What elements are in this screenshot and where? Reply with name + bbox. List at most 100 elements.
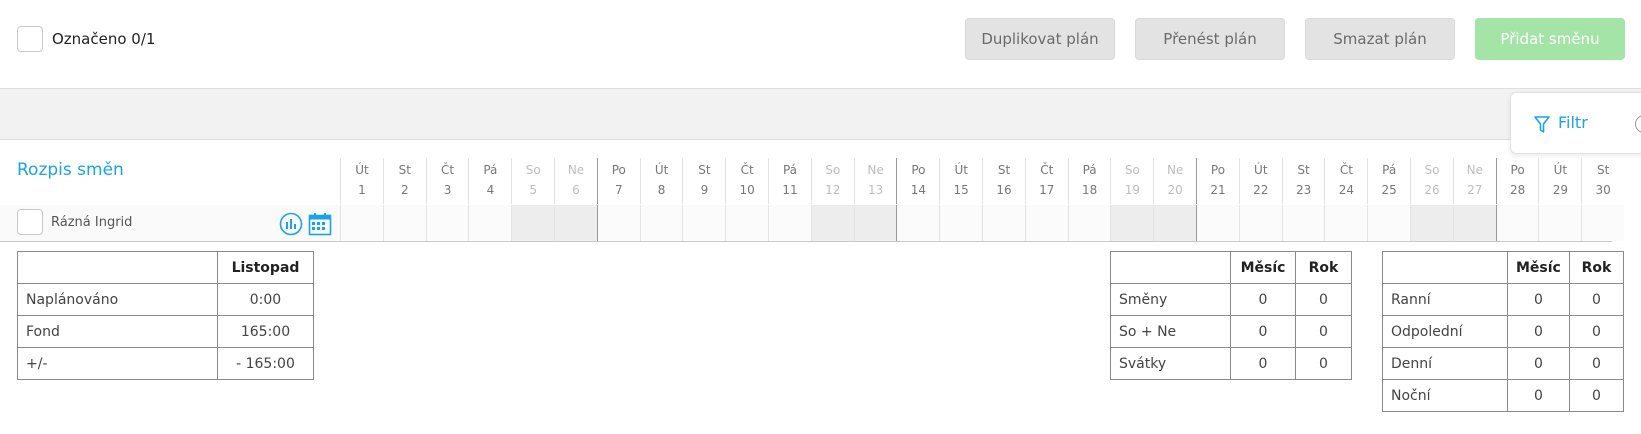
- table-header-month: Listopad: [217, 251, 314, 284]
- row-label: Denní: [1382, 347, 1508, 380]
- shift-cell[interactable]: [1410, 205, 1453, 241]
- day-number: 28: [1509, 183, 1526, 197]
- day-column-header: St 23: [1281, 158, 1325, 204]
- shift-cell[interactable]: [340, 205, 383, 241]
- day-number: 24: [1338, 183, 1355, 197]
- day-number: 12: [825, 183, 841, 197]
- day-column-header: St 2: [382, 158, 426, 204]
- row-value: - 165:00: [217, 347, 314, 380]
- calendar-icon[interactable]: [308, 212, 332, 236]
- shift-cell[interactable]: [810, 205, 854, 241]
- chart-icon[interactable]: [279, 212, 303, 236]
- day-column-header: Ne 13: [853, 158, 897, 204]
- day-abbr: Ne: [867, 163, 884, 177]
- day-column-header: So 19: [1110, 158, 1153, 204]
- shift-cell[interactable]: [1281, 205, 1325, 241]
- day-number: 14: [910, 183, 927, 197]
- day-number: 17: [1039, 183, 1055, 197]
- transfer-plan-button[interactable]: Přenést plán: [1135, 18, 1285, 60]
- shift-cell[interactable]: [1067, 205, 1111, 241]
- shift-cell[interactable]: [1452, 205, 1496, 241]
- day-column-header: Pá 4: [468, 158, 511, 204]
- day-abbr: So: [1124, 163, 1140, 177]
- day-abbr: So: [825, 163, 841, 177]
- day-column-header: Pá 25: [1367, 158, 1410, 204]
- day-abbr: Út: [355, 163, 369, 177]
- shift-cell[interactable]: [1538, 205, 1582, 241]
- filter-button[interactable]: Filtr: [1510, 92, 1641, 154]
- day-abbr: Pá: [1082, 163, 1097, 177]
- day-column-header: Čt 17: [1024, 158, 1068, 204]
- day-number: 26: [1424, 183, 1440, 197]
- day-number: 10: [739, 183, 755, 197]
- shift-cell[interactable]: [896, 205, 940, 241]
- add-shift-button[interactable]: Přidat směnu: [1475, 18, 1625, 60]
- day-abbr: Út: [954, 163, 968, 177]
- shift-cell[interactable]: [382, 205, 426, 241]
- shift-cell[interactable]: [468, 205, 512, 241]
- shift-cell[interactable]: [1581, 205, 1625, 241]
- shift-cell[interactable]: [511, 205, 555, 241]
- day-abbr: Po: [611, 163, 626, 177]
- shift-cell[interactable]: [554, 205, 597, 241]
- shift-cell[interactable]: [596, 205, 640, 241]
- day-column-header: Ne 27: [1452, 158, 1496, 204]
- row-month: 0: [1230, 347, 1296, 380]
- month-stats-table: Listopad Naplánováno 0:00 Fond 165:00 +/…: [17, 251, 314, 380]
- employee-checkbox[interactable]: [17, 209, 43, 235]
- toolbar-band: [0, 88, 1641, 140]
- employee-row: Rázná Ingrid: [0, 205, 1625, 241]
- shift-cell[interactable]: [1196, 205, 1239, 241]
- day-column-header: Čt 24: [1324, 158, 1367, 204]
- duplicate-plan-button[interactable]: Duplikovat plán: [965, 18, 1115, 60]
- shift-cell[interactable]: [982, 205, 1025, 241]
- day-abbr: St: [1597, 163, 1610, 177]
- row-year: 0: [1295, 283, 1352, 316]
- shift-cell[interactable]: [1495, 205, 1539, 241]
- day-number: 2: [400, 183, 409, 197]
- shift-cell[interactable]: [425, 205, 469, 241]
- table-header-month: Měsíc: [1230, 251, 1296, 284]
- table-header-year: Rok: [1568, 251, 1625, 284]
- shift-cell[interactable]: [1110, 205, 1154, 241]
- day-abbr: Po: [1510, 163, 1525, 177]
- row-month: 0: [1507, 379, 1570, 412]
- day-number: 23: [1295, 183, 1312, 197]
- shift-cell[interactable]: [1153, 205, 1197, 241]
- shift-cell[interactable]: [1367, 205, 1411, 241]
- day-number: 22: [1253, 183, 1269, 197]
- day-column-header: St 9: [682, 158, 725, 204]
- row-year: 0: [1568, 347, 1625, 380]
- day-abbr: Čt: [740, 163, 754, 177]
- row-year: 0: [1295, 315, 1352, 348]
- row-label: Svátky: [1110, 347, 1231, 380]
- shift-cell[interactable]: [853, 205, 897, 241]
- day-abbr: Pá: [1382, 163, 1397, 177]
- day-column-header: Pá 18: [1067, 158, 1111, 204]
- day-column-header: So 12: [810, 158, 854, 204]
- day-number: 6: [572, 183, 580, 197]
- day-number: 27: [1467, 183, 1483, 197]
- filter-extra-icon[interactable]: [1635, 115, 1641, 133]
- day-abbr: Út: [654, 163, 669, 177]
- table-header-empty: [1110, 251, 1231, 284]
- select-all-checkbox[interactable]: [17, 26, 43, 52]
- shift-type-stats-table: Měsíc Rok Ranní 0 0 Odpolední 0 0 Denní …: [1382, 251, 1625, 412]
- day-column-header: Út 1: [340, 158, 383, 204]
- shift-cell[interactable]: [939, 205, 983, 241]
- shift-cell[interactable]: [1024, 205, 1068, 241]
- row-label: +/-: [17, 347, 218, 380]
- table-header-empty: [17, 251, 218, 284]
- shift-cell[interactable]: [1238, 205, 1282, 241]
- shift-cell[interactable]: [768, 205, 811, 241]
- table-header-year: Rok: [1295, 251, 1352, 284]
- row-label: Noční: [1382, 379, 1508, 412]
- shift-cell[interactable]: [682, 205, 726, 241]
- filter-icon: [1533, 115, 1551, 139]
- day-number: 30: [1595, 183, 1611, 197]
- day-abbr: Út: [1254, 163, 1268, 177]
- shift-cell[interactable]: [1324, 205, 1368, 241]
- shift-cell[interactable]: [725, 205, 769, 241]
- shift-cell[interactable]: [639, 205, 683, 241]
- delete-plan-button[interactable]: Smazat plán: [1305, 18, 1455, 60]
